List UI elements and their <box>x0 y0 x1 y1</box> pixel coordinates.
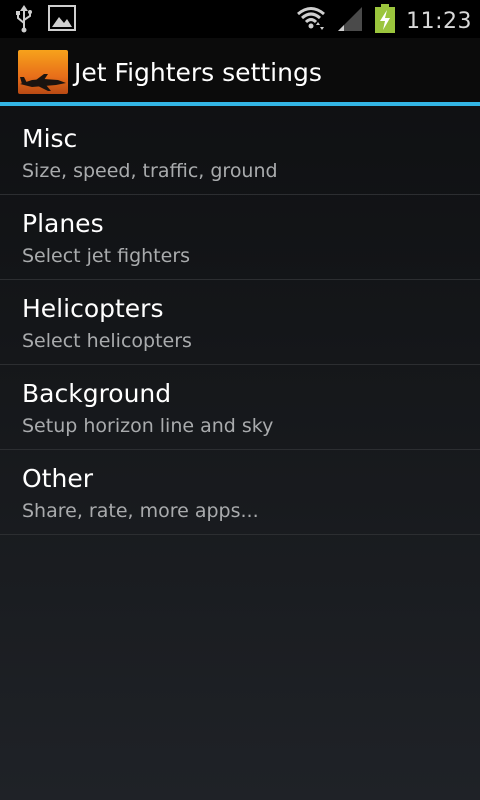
item-summary: Size, speed, traffic, ground <box>22 160 278 182</box>
item-summary: Select jet fighters <box>22 245 191 267</box>
page-title: Jet Fighters settings <box>74 58 322 87</box>
settings-item-helicopters[interactable]: Helicopters Select helicopters <box>0 280 480 365</box>
settings-item-planes[interactable]: Planes Select jet fighters <box>0 195 480 280</box>
settings-item-other[interactable]: Other Share, rate, more apps... <box>0 450 480 535</box>
item-summary: Select helicopters <box>22 330 192 352</box>
battery-charging-icon <box>374 4 396 38</box>
item-summary: Setup horizon line and sky <box>22 415 274 437</box>
item-title: Background <box>22 379 172 408</box>
item-summary: Share, rate, more apps... <box>22 500 259 522</box>
action-bar: Jet Fighters settings <box>0 38 480 106</box>
settings-item-background[interactable]: Background Setup horizon line and sky <box>0 365 480 450</box>
signal-icon <box>336 5 364 37</box>
item-title: Other <box>22 464 93 493</box>
usb-icon <box>14 5 34 37</box>
item-title: Misc <box>22 124 78 153</box>
image-icon <box>48 5 76 37</box>
settings-list: Misc Size, speed, traffic, ground Planes… <box>0 110 480 535</box>
wifi-icon <box>296 5 326 37</box>
settings-item-misc[interactable]: Misc Size, speed, traffic, ground <box>0 110 480 195</box>
screen: 11:23 Jet Fighters settings Misc Size, s… <box>0 0 480 800</box>
app-logo-icon[interactable] <box>18 50 68 94</box>
status-bar: 11:23 <box>0 0 480 38</box>
status-time: 11:23 <box>406 8 472 34</box>
item-title: Helicopters <box>22 294 164 323</box>
item-title: Planes <box>22 209 104 238</box>
